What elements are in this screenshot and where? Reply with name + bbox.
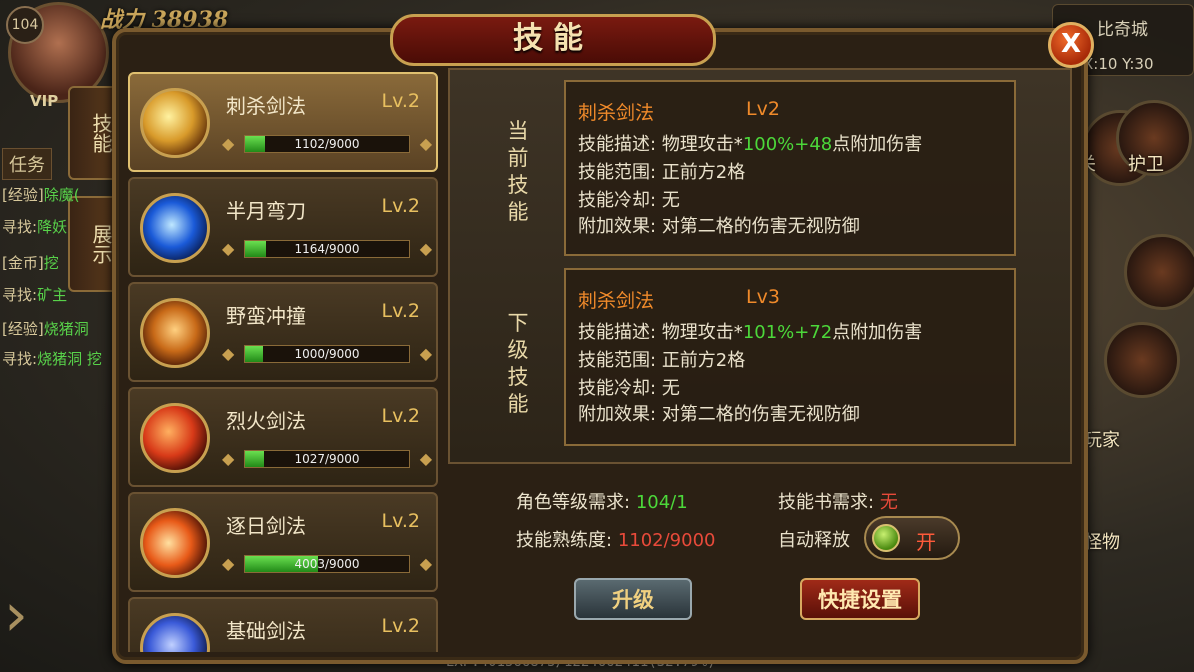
skill-level: Lv.2 (381, 615, 420, 637)
skill-progress: ◆ 1027/9000 ◆ (222, 447, 432, 469)
skill-name: 逐日剑法 (226, 514, 306, 538)
close-icon: X (1060, 29, 1082, 59)
ornament-icon: ◆ (419, 134, 432, 153)
ornament-icon: ◆ (222, 239, 235, 258)
skill-progress: ◆ 1000/9000 ◆ (222, 342, 432, 364)
next-effect-row: 附加效果: 对第二格的伤害无视防御 (578, 404, 860, 425)
monster-toggle-label[interactable]: 怪物 (1084, 528, 1120, 554)
quest-line[interactable]: 寻找:矿主 (2, 284, 67, 305)
quick-setup-button[interactable]: 快捷设置 (800, 578, 920, 620)
task-tab[interactable]: 任务 (2, 148, 52, 180)
current-skill-level: Lv2 (746, 98, 780, 120)
skill-level: Lv.2 (381, 510, 420, 532)
next-range-row: 技能范围: 正前方2格 (578, 350, 746, 371)
ornament-icon: ◆ (222, 449, 235, 468)
quest-line[interactable]: 寻找:降妖 (2, 216, 67, 237)
skill-level: Lv.2 (381, 405, 420, 427)
map-city-name: 比奇城 (1097, 20, 1148, 40)
ornament-icon: ◆ (419, 449, 432, 468)
next-cooldown-row: 技能冷却: 无 (578, 378, 680, 399)
next-desc-row: 技能描述: 物理攻击*101%+72点附加伤害 (578, 322, 923, 343)
skill-progress-text: 1027/9000 (294, 452, 360, 466)
skill-level: Lv.2 (381, 90, 420, 112)
skill-item[interactable]: 基础剑法 Lv.2 (128, 597, 438, 652)
skill-item[interactable]: 烈火剑法 Lv.2 ◆ 1027/9000 ◆ (128, 387, 438, 487)
current-desc-row: 技能描述: 物理攻击*100%+48点附加伤害 (578, 134, 923, 155)
next-skill-level: Lv3 (746, 286, 780, 308)
skill-item[interactable]: 逐日剑法 Lv.2 ◆ 4003/9000 ◆ (128, 492, 438, 592)
current-range-row: 技能范围: 正前方2格 (578, 162, 746, 183)
panel-title: 技能 (513, 21, 593, 56)
skill-name: 野蛮冲撞 (226, 304, 306, 328)
next-skill-label: 下级技能 (507, 311, 529, 416)
proficiency: 技能熟练度: 1102/9000 (516, 530, 716, 551)
skill-item[interactable]: 刺杀剑法 Lv.2 ◆ 1102/9000 ◆ (128, 72, 438, 172)
side-tab-skill[interactable]: 技能 (68, 86, 118, 180)
next-skill-box: 刺杀剑法 Lv3 技能描述: 物理攻击*101%+72点附加伤害 技能范围: 正… (564, 268, 1016, 446)
skill-name: 刺杀剑法 (226, 94, 306, 118)
next-skill-name: 刺杀剑法 (578, 290, 655, 312)
thrust-sword-icon (140, 88, 210, 158)
quest-line[interactable]: [经验]烧猪洞 (2, 318, 89, 339)
ornament-icon: ◆ (222, 554, 235, 573)
auto-cast-toggle[interactable]: 开 (864, 516, 960, 560)
sun-chase-sword-icon (140, 508, 210, 578)
skillbook-requirement: 技能书需求: 无 (778, 492, 898, 513)
skill-name: 基础剑法 (226, 619, 306, 643)
ornament-icon: ◆ (222, 344, 235, 363)
skill-name: 烈火剑法 (226, 409, 306, 433)
skill-progress: ◆ 1102/9000 ◆ (222, 132, 432, 154)
crescent-blade-icon (140, 193, 210, 263)
player-level: 104 (6, 6, 44, 44)
current-skill-box: 刺杀剑法 Lv2 技能描述: 物理攻击*100%+48点附加伤害 技能范围: 正… (564, 80, 1016, 256)
ornament-icon: ◆ (419, 554, 432, 573)
current-cooldown-row: 技能冷却: 无 (578, 190, 680, 211)
skill-slot-fire-button[interactable] (1104, 322, 1180, 398)
toggle-knob-icon (872, 524, 900, 552)
quest-line[interactable]: [经验]除魔( (2, 184, 80, 205)
ornament-icon: ◆ (419, 239, 432, 258)
level-requirement: 角色等级需求: 104/1 (516, 492, 688, 513)
skill-list[interactable]: 刺杀剑法 Lv.2 ◆ 1102/9000 ◆ 半月弯刀 Lv.2 ◆ 1164… (128, 72, 440, 652)
skill-progress-text: 1164/9000 (294, 242, 360, 256)
map-coordinates: X:10 Y:30 (1083, 55, 1154, 73)
side-tab-display[interactable]: 展示 (68, 196, 118, 292)
skill-progress-text: 4003/9000 (294, 557, 360, 571)
current-skill-name: 刺杀剑法 (578, 102, 655, 124)
toggle-state: 开 (916, 530, 936, 554)
close-button[interactable]: X (1048, 22, 1094, 68)
savage-charge-icon (140, 298, 210, 368)
fire-sword-icon (140, 403, 210, 473)
panel-title-banner: 技能 (390, 14, 716, 66)
quest-line[interactable]: [金币]挖 (2, 252, 59, 273)
skill-progress-text: 1102/9000 (294, 137, 360, 151)
upgrade-button[interactable]: 升级 (574, 578, 692, 620)
auto-cast-label: 自动释放 (778, 530, 850, 551)
skill-progress: ◆ 1164/9000 ◆ (222, 237, 432, 259)
skill-progress: ◆ 4003/9000 ◆ (222, 552, 432, 574)
vip-badge[interactable]: VIP (30, 92, 58, 110)
chevron-right-icon[interactable]: › (4, 580, 44, 650)
basic-sword-icon (140, 613, 210, 652)
current-skill-label: 当前技能 (507, 119, 529, 224)
ornament-icon: ◆ (222, 134, 235, 153)
guard-label: 护卫 (1128, 154, 1164, 175)
skill-level: Lv.2 (381, 300, 420, 322)
current-effect-row: 附加效果: 对第二格的伤害无视防御 (578, 216, 860, 237)
quest-line[interactable]: 寻找:烧猪洞 挖 (2, 348, 102, 369)
skill-slot-button[interactable] (1124, 234, 1194, 310)
player-toggle-label[interactable]: 玩家 (1084, 426, 1120, 452)
ornament-icon: ◆ (419, 344, 432, 363)
skill-name: 半月弯刀 (226, 199, 306, 223)
skill-progress-text: 1000/9000 (294, 347, 360, 361)
skill-level: Lv.2 (381, 195, 420, 217)
skill-item[interactable]: 野蛮冲撞 Lv.2 ◆ 1000/9000 ◆ (128, 282, 438, 382)
skill-item[interactable]: 半月弯刀 Lv.2 ◆ 1164/9000 ◆ (128, 177, 438, 277)
